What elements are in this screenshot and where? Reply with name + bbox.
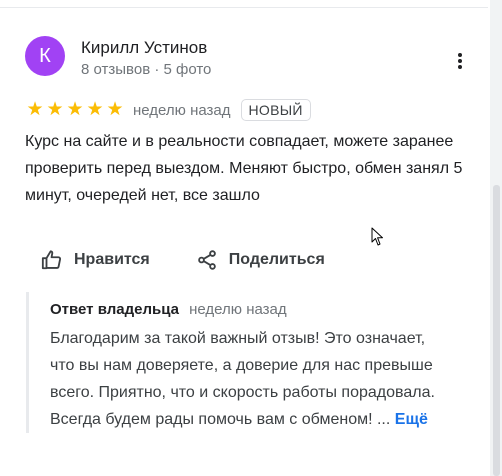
owner-response-title: Ответ владельца xyxy=(50,301,179,318)
avatar[interactable]: К xyxy=(25,36,65,76)
review-actions: Нравится Поделиться xyxy=(25,244,480,276)
star-icon: ★ xyxy=(106,99,124,120)
review-text: Курс на сайте и в реальности совпадает, … xyxy=(25,133,463,204)
scrollbar-track[interactable] xyxy=(490,0,502,476)
owner-response-date: неделю назад xyxy=(189,301,287,318)
review-date: неделю назад xyxy=(133,101,231,119)
review-card: К Кирилл Устинов 8 отзывов · 5 фото ★ ★ … xyxy=(25,36,480,276)
share-label: Поделиться xyxy=(228,251,325,268)
owner-response: Ответ владельца неделю назад Благодарим … xyxy=(26,292,466,433)
more-options-button[interactable] xyxy=(450,51,470,71)
star-rating: ★ ★ ★ ★ ★ xyxy=(25,100,125,120)
star-icon: ★ xyxy=(86,99,104,120)
star-icon: ★ xyxy=(66,99,84,120)
star-icon: ★ xyxy=(26,99,44,120)
author-meta: 8 отзывов · 5 фото xyxy=(81,61,212,78)
mouse-cursor-icon xyxy=(371,227,383,246)
thumb-up-icon xyxy=(41,250,62,270)
read-more-link[interactable]: Ещё xyxy=(395,411,428,428)
more-vert-icon xyxy=(458,53,462,69)
author-name[interactable]: Кирилл Устинов xyxy=(81,37,211,59)
new-badge: НОВЫЙ xyxy=(240,99,311,121)
like-label: Нравится xyxy=(74,251,150,268)
star-icon: ★ xyxy=(46,99,64,120)
author-info: Кирилл Устинов 8 отзывов · 5 фото xyxy=(81,37,211,80)
scrollbar-thumb[interactable] xyxy=(493,185,500,476)
share-icon xyxy=(197,250,216,270)
owner-response-text: Благодарим за такой важный отзыв! Это оз… xyxy=(50,330,435,428)
share-button[interactable]: Поделиться xyxy=(196,249,325,271)
like-button[interactable]: Нравится xyxy=(41,249,150,271)
review-header: К Кирилл Устинов 8 отзывов · 5 фото xyxy=(25,36,480,80)
top-divider xyxy=(0,7,488,8)
owner-response-text-block: Благодарим за такой важный отзыв! Это оз… xyxy=(50,325,450,433)
owner-response-header: Ответ владельца неделю назад xyxy=(50,299,466,321)
rating-row: ★ ★ ★ ★ ★ неделю назад НОВЫЙ xyxy=(25,97,480,123)
